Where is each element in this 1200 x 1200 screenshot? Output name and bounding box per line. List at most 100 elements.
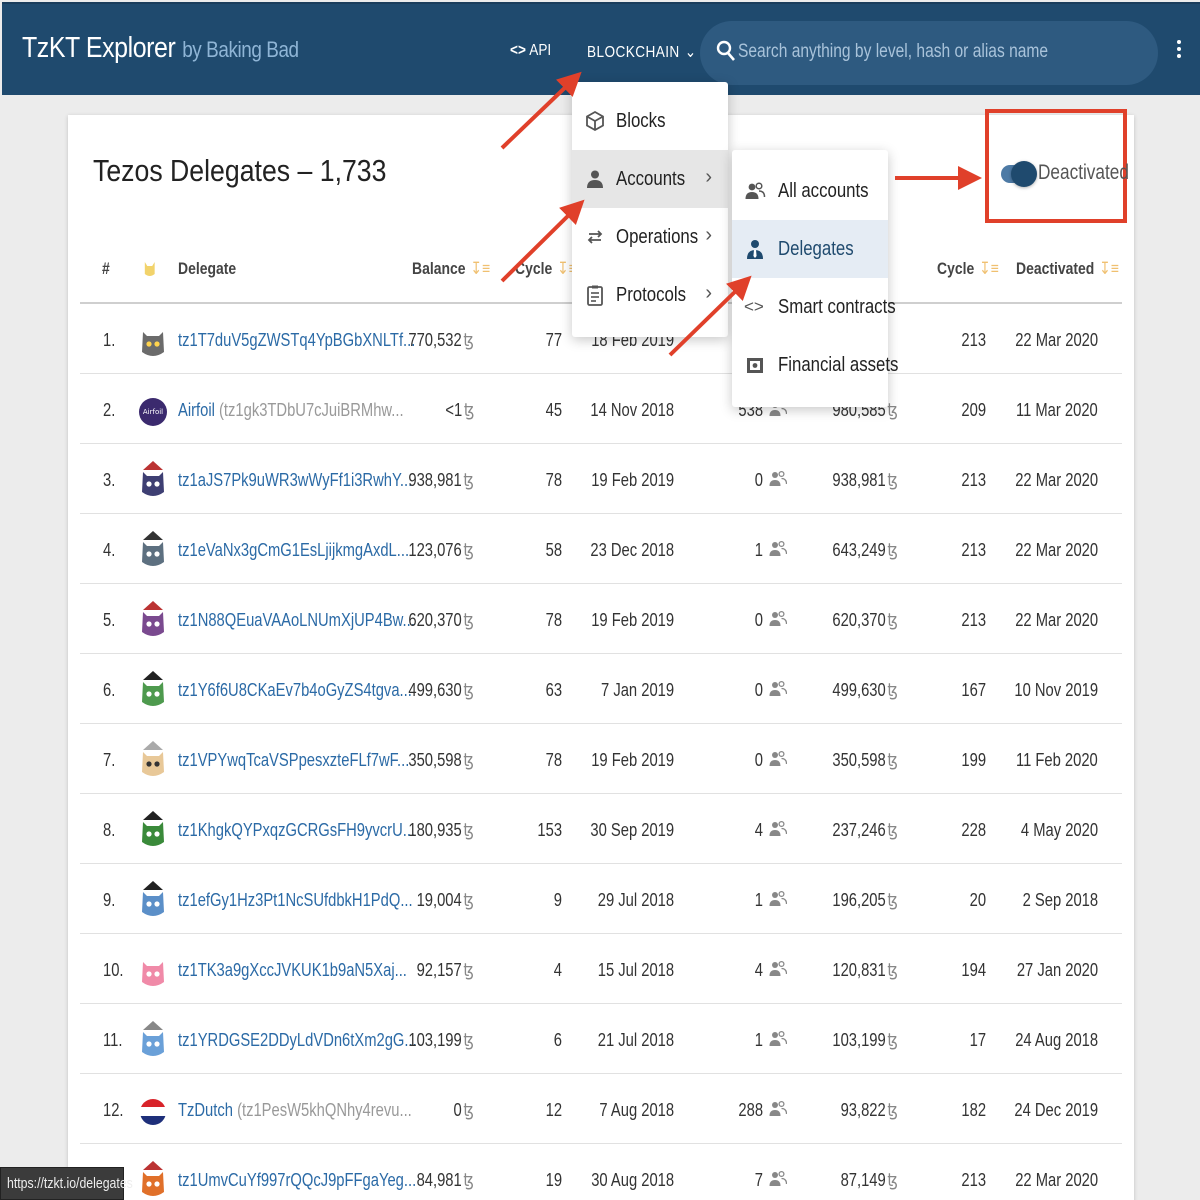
delegate-link[interactable]: tz1eVaNx3gCmG1EsLjijkmgAxdL... [178,540,409,561]
delegate-link[interactable]: tz1Y6f6U8CKaEv7b4oGyZS4tgva... [178,680,412,701]
staking-balance: 620,370ꜩ [832,610,898,630]
balance-value: 938,981ꜩ [408,470,474,490]
delegate-link[interactable]: tz1TK3a9gXccJVKUK1b9aN5Xaj... [178,960,407,981]
delegators-count: 4 [754,960,763,980]
table-row[interactable]: 5. tz1N88QEuaVAAoLNUmXjUP4Bw... 620,370ꜩ… [0,584,1200,654]
table-row[interactable]: 6. tz1Y6f6U8CKaEv7b4oGyZS4tgva... 499,63… [0,654,1200,724]
cycle-value: 77 [545,330,562,350]
brand-logo[interactable]: TzKT Explorer by Baking Bad [22,32,299,65]
table-row[interactable]: 3. tz1aJS7Pk9uWR3wWyFf1i3RwhY... 938,981… [0,444,1200,514]
deactivation-date: 24 Dec 2019 [1014,1100,1098,1120]
deactivated-toggle-label: Deactivated [1038,161,1129,184]
table-row[interactable]: 7. tz1VPYwqTcaVSPpesxzteFLf7wF... 350,59… [0,724,1200,794]
delegate-link[interactable]: tz1UmvCuYf997rQQcJ9pFFgaYeg... [178,1170,416,1191]
table-row[interactable]: 8. tz1KhgkQYPxqzGCRGsFH9yvcrU... 180,935… [0,794,1200,864]
delegate-link[interactable]: TzDutch (tz1PesW5khQNhy4revu... [178,1100,412,1121]
deactivation-cycle: 228 [961,820,986,840]
table-row[interactable]: 2. Airfoil Airfoil (tz1gk3TDbU7cJuiBRMhw… [0,374,1200,444]
code-icon: <> [744,297,764,316]
delegate-icon [744,238,766,260]
table-row[interactable]: 11. tz1YRDGSE2DDyLdVDn6tXm2gG... 103,199… [0,1004,1200,1074]
search-input[interactable]: Search anything by level, hash or alias … [700,21,1158,85]
deactivated-toggle[interactable] [1001,161,1037,187]
cube-icon [584,110,606,132]
avatar[interactable] [138,1160,168,1198]
row-number: 10. [103,960,124,980]
table-row[interactable]: tz1UmvCuYf997rQQcJ9pFFgaYeg... 84,981ꜩ 1… [0,1144,1200,1200]
avatar[interactable] [138,1090,168,1128]
menu-item-financial-assets[interactable]: Financial assets [732,336,898,394]
delegate-link[interactable]: tz1N88QEuaVAAoLNUmXjUP4Bw... [178,610,415,631]
delegators-count: 0 [754,610,763,630]
row-number: 7. [103,750,116,770]
people-icon [769,679,788,699]
avatar[interactable] [138,320,168,358]
cycle-value: 78 [545,470,562,490]
menu-item-delegates[interactable]: Delegates [732,220,888,278]
menu-item-protocols[interactable]: Protocols › [572,266,728,324]
balance-value: 84,981ꜩ [416,1170,474,1190]
row-number: 4. [103,540,116,560]
menu-item-accounts[interactable]: Accounts › [572,150,728,208]
deactivation-date: 10 Nov 2019 [1014,680,1098,700]
asset-icon [744,354,766,376]
deactivation-cycle: 167 [961,680,986,700]
delegate-link[interactable]: tz1aJS7Pk9uWR3wWyFf1i3RwhY... [178,470,412,491]
delegate-link[interactable]: tz1T7duV5gZWSTq4YpBGbXNLTf... [178,330,415,351]
avatar[interactable] [138,1020,168,1058]
col-header-deactivated[interactable]: Deactivated ↧≡ [1016,259,1119,279]
sort-icon[interactable]: ↧≡ [470,259,490,279]
activation-date: 23 Dec 2018 [590,540,674,560]
avatar[interactable] [138,740,168,778]
blockchain-dropdown: Blocks Accounts › Operations › Protocols… [572,82,728,337]
col-header-balance[interactable]: Balance ↧≡ [412,259,490,279]
avatar[interactable] [138,460,168,498]
balance-value: 180,935ꜩ [408,820,474,840]
table-row[interactable]: 9. tz1efGy1Hz3Pt1NcSUfdbkH1PdQ... 19,004… [0,864,1200,934]
people-icon [769,819,788,839]
avatar[interactable]: Airfoil [138,390,168,428]
avatar[interactable] [138,600,168,638]
sort-icon[interactable]: ↧≡ [1099,259,1119,279]
row-number: 12. [103,1100,124,1120]
staking-balance: 103,199ꜩ [832,1030,898,1050]
deactivation-date: 2 Sep 2018 [1022,890,1098,910]
deactivation-cycle: 213 [961,470,986,490]
activation-date: 21 Jul 2018 [597,1030,674,1050]
delegate-link[interactable]: Airfoil (tz1gk3TDbU7cJuiBRMhw... [178,400,404,421]
avatar[interactable] [138,880,168,918]
deactivation-date: 22 Mar 2020 [1015,1170,1098,1190]
people-icon [769,609,788,629]
staking-balance: 938,981ꜩ [832,470,898,490]
col-header-cycle[interactable]: Cycle ↧≡ [515,259,577,279]
table-row[interactable]: 4. tz1eVaNx3gCmG1EsLjijkmgAxdL... 123,07… [0,514,1200,584]
more-vert-icon[interactable] [1174,40,1184,61]
menu-item-smart-contracts[interactable]: <> Smart contracts [732,278,896,336]
table-row[interactable]: 12. TzDutch (tz1PesW5khQNhy4revu... 0ꜩ 1… [0,1074,1200,1144]
deactivation-cycle: 182 [961,1100,986,1120]
row-number: 8. [103,820,116,840]
avatar[interactable] [138,530,168,568]
api-link[interactable]: <> API [510,42,551,60]
delegate-link[interactable]: tz1VPYwqTcaVSPpesxzteFLf7wF... [178,750,409,771]
menu-item-operations[interactable]: Operations › [572,208,728,266]
table-row[interactable]: 10. tz1TK3a9gXccJVKUK1b9aN5Xaj... 92,157… [0,934,1200,1004]
row-number: 3. [103,470,116,490]
activation-date: 15 Jul 2018 [597,960,674,980]
avatar[interactable] [138,810,168,848]
col-header-delegate[interactable]: Delegate [178,259,236,279]
col-header-cycle-deactivated[interactable]: Cycle ↧≡ [937,259,999,279]
delegate-link[interactable]: tz1efGy1Hz3Pt1NcSUfdbkH1PdQ... [178,890,413,911]
balance-value: 350,598ꜩ [408,750,474,770]
blockchain-menu-button[interactable]: BLOCKCHAIN ⌄ [587,42,697,62]
chevron-right-icon: › [705,166,712,188]
activation-date: 30 Sep 2019 [590,820,674,840]
menu-item-all-accounts[interactable]: All accounts [732,162,888,220]
delegate-link[interactable]: tz1KhgkQYPxqzGCRGsFH9yvcrU... [178,820,415,841]
avatar[interactable] [138,950,168,988]
menu-item-blocks[interactable]: Blocks [572,92,728,150]
row-number: 6. [103,680,116,700]
delegate-link[interactable]: tz1YRDGSE2DDyLdVDn6tXm2gG... [178,1030,417,1051]
sort-icon[interactable]: ↧≡ [979,259,999,279]
avatar[interactable] [138,670,168,708]
